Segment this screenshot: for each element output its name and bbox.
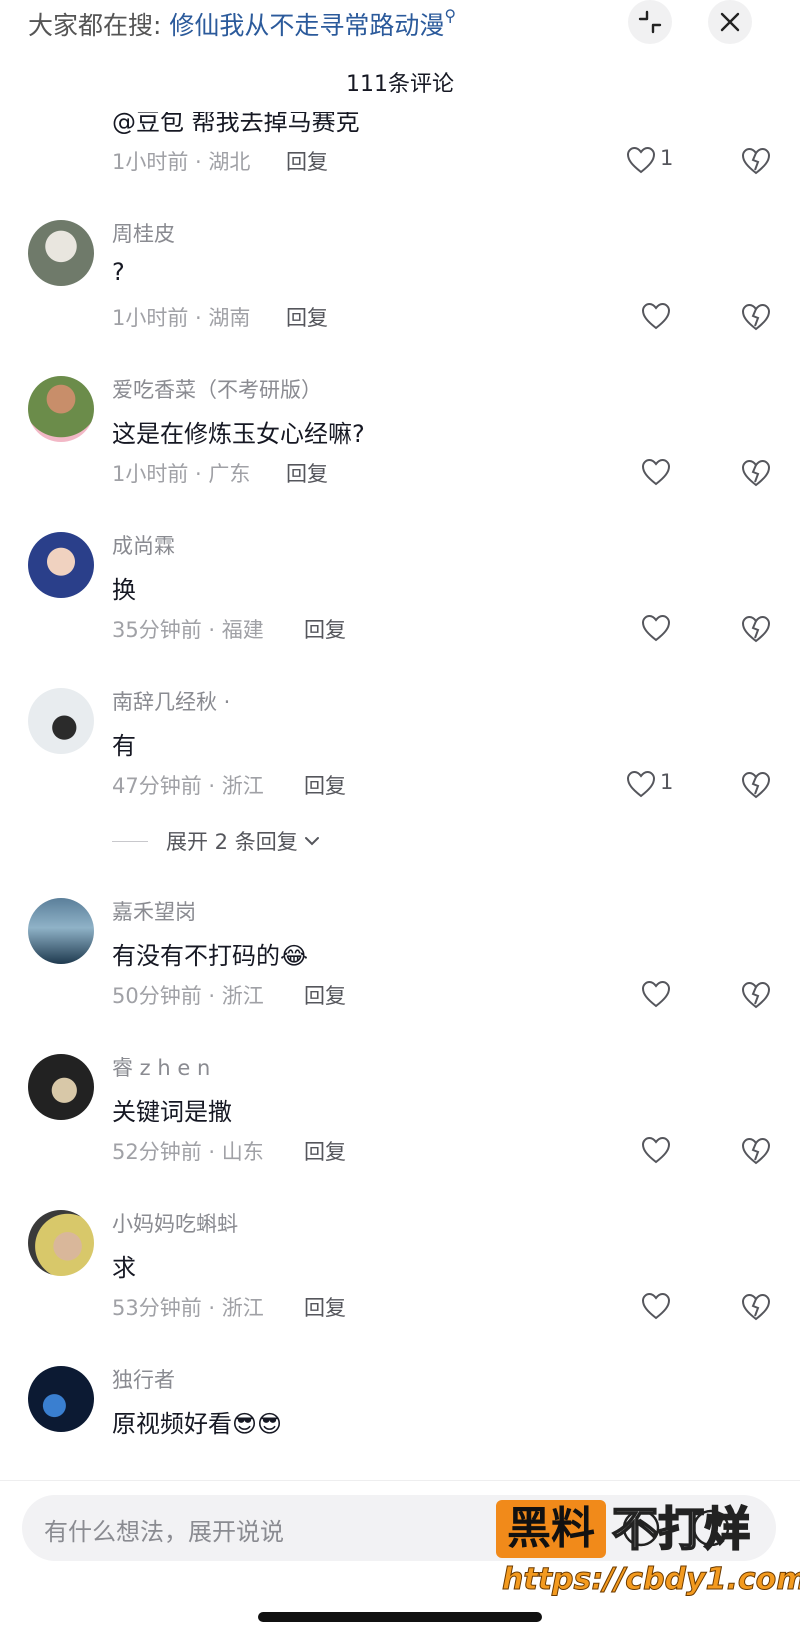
- comment-text: 这是在修炼玉女心经嘛?: [112, 420, 365, 448]
- reply-button[interactable]: 回复: [304, 614, 346, 644]
- username[interactable]: 嘉禾望岗: [112, 896, 196, 926]
- comment-item: 小妈妈吃蝌蚪 求 53分钟前 · 浙江 回复: [0, 1210, 800, 1360]
- search-icon: ⚲: [444, 6, 457, 25]
- reply-button[interactable]: 回复: [286, 146, 328, 176]
- reply-button[interactable]: 回复: [304, 1136, 346, 1166]
- comment-text: 换: [112, 576, 136, 604]
- comment-item: 周桂皮 ? 1小时前 · 湖南 回复: [0, 220, 800, 370]
- comment-item: @豆包 帮我去掉马赛克 1小时前 · 湖北 回复 1: [0, 112, 800, 214]
- username[interactable]: 成尚霖: [112, 530, 175, 560]
- collapse-button[interactable]: [628, 0, 672, 44]
- username[interactable]: 爱吃香菜（不考研版）: [112, 374, 322, 404]
- comment-meta: 47分钟前 · 浙江: [112, 774, 264, 798]
- home-indicator[interactable]: [258, 1612, 542, 1622]
- expand-replies-button[interactable]: 展开 2 条回复: [112, 826, 320, 856]
- avatar[interactable]: [28, 376, 94, 442]
- close-button[interactable]: [708, 0, 752, 44]
- heart-icon[interactable]: [626, 770, 656, 798]
- comment-text: 有: [112, 732, 136, 760]
- collapse-icon: [638, 10, 662, 34]
- comment-text: 原视频好看😎😎: [112, 1410, 283, 1438]
- broken-heart-icon[interactable]: [741, 146, 771, 176]
- search-suggestion[interactable]: 大家都在搜: 修仙我从不走寻常路动漫⚲: [28, 6, 456, 42]
- username[interactable]: 睿 z h e n: [112, 1052, 210, 1082]
- comment-text: @豆包 帮我去掉马赛克: [112, 112, 360, 136]
- comment-text: 求: [112, 1254, 136, 1282]
- heart-icon[interactable]: [641, 1292, 671, 1320]
- comment-meta: 52分钟前 · 山东: [112, 1140, 264, 1164]
- broken-heart-icon[interactable]: [741, 614, 771, 644]
- comment-meta: 50分钟前 · 浙江: [112, 984, 264, 1008]
- search-prefix: 大家都在搜:: [28, 11, 162, 40]
- heart-icon[interactable]: [626, 146, 656, 174]
- heart-icon[interactable]: [641, 1136, 671, 1164]
- divider: [112, 840, 148, 842]
- comment-text: ?: [112, 258, 125, 286]
- like-count: 1: [660, 770, 674, 794]
- username[interactable]: 南辞几经秋 ·: [112, 686, 230, 716]
- heart-icon[interactable]: [641, 302, 671, 330]
- reply-button[interactable]: 回复: [304, 1292, 346, 1322]
- broken-heart-icon[interactable]: [741, 1136, 771, 1166]
- heart-icon[interactable]: [641, 614, 671, 642]
- comment-text: 关键词是撒: [112, 1098, 232, 1126]
- watermark-title: 不打烊: [611, 1501, 751, 1557]
- comment-item: 南辞几经秋 · 有 47分钟前 · 浙江 回复 1: [0, 688, 800, 838]
- comment-meta: 53分钟前 · 浙江: [112, 1296, 264, 1320]
- avatar[interactable]: [28, 1054, 94, 1120]
- reply-button[interactable]: 回复: [304, 980, 346, 1010]
- watermark-url: https://cbdy1.com: [502, 1562, 800, 1598]
- search-keyword-link[interactable]: 修仙我从不走寻常路动漫: [169, 11, 444, 40]
- input-placeholder: 有什么想法，展开说说: [44, 1518, 284, 1546]
- comment-meta: 1小时前 · 广东: [112, 462, 251, 486]
- broken-heart-icon[interactable]: [741, 770, 771, 800]
- reply-button[interactable]: 回复: [304, 770, 346, 800]
- comment-item: 嘉禾望岗 有没有不打码的😂 50分钟前 · 浙江 回复: [0, 898, 800, 1048]
- watermark-logo-box: 黑料: [496, 1500, 606, 1558]
- avatar[interactable]: [28, 220, 94, 286]
- avatar[interactable]: [28, 1366, 94, 1432]
- username[interactable]: 周桂皮: [112, 218, 175, 248]
- username[interactable]: 小妈妈吃蝌蚪: [112, 1208, 238, 1238]
- avatar[interactable]: [28, 898, 94, 964]
- comment-item: 成尚霖 换 35分钟前 · 福建 回复: [0, 532, 800, 682]
- comment-meta: 1小时前 · 湖南: [112, 306, 251, 330]
- broken-heart-icon[interactable]: [741, 458, 771, 488]
- reply-button[interactable]: 回复: [286, 458, 328, 488]
- comment-list[interactable]: @豆包 帮我去掉马赛克 1小时前 · 湖北 回复 1 周桂皮 ? 1小时前 · …: [0, 112, 800, 1480]
- comment-count-title: 111条评论: [346, 72, 454, 97]
- chevron-down-icon: [304, 837, 319, 846]
- heart-icon[interactable]: [641, 458, 671, 486]
- broken-heart-icon[interactable]: [741, 980, 771, 1010]
- avatar[interactable]: [28, 1210, 94, 1276]
- heart-icon[interactable]: [641, 980, 671, 1008]
- top-bar: 大家都在搜: 修仙我从不走寻常路动漫⚲: [0, 0, 800, 48]
- reply-button[interactable]: 回复: [286, 302, 328, 332]
- comment-item: 独行者 原视频好看😎😎: [0, 1366, 800, 1480]
- avatar[interactable]: [28, 532, 94, 598]
- comment-item: 爱吃香菜（不考研版） 这是在修炼玉女心经嘛? 1小时前 · 广东 回复: [0, 376, 800, 526]
- broken-heart-icon[interactable]: [741, 302, 771, 332]
- comment-meta: 35分钟前 · 福建: [112, 618, 264, 642]
- username[interactable]: 独行者: [112, 1364, 175, 1394]
- broken-heart-icon[interactable]: [741, 1292, 771, 1322]
- comment-item: 睿 z h e n 关键词是撒 52分钟前 · 山东 回复: [0, 1054, 800, 1204]
- expand-replies-label: 展开 2 条回复: [166, 830, 298, 854]
- close-icon: [720, 12, 740, 32]
- avatar[interactable]: [28, 688, 94, 754]
- like-count: 1: [660, 146, 674, 170]
- comment-text: 有没有不打码的😂: [112, 942, 309, 970]
- watermark: 黑料 不打烊 https://cbdy1.com: [496, 1500, 800, 1610]
- comment-meta: 1小时前 · 湖北: [112, 150, 251, 174]
